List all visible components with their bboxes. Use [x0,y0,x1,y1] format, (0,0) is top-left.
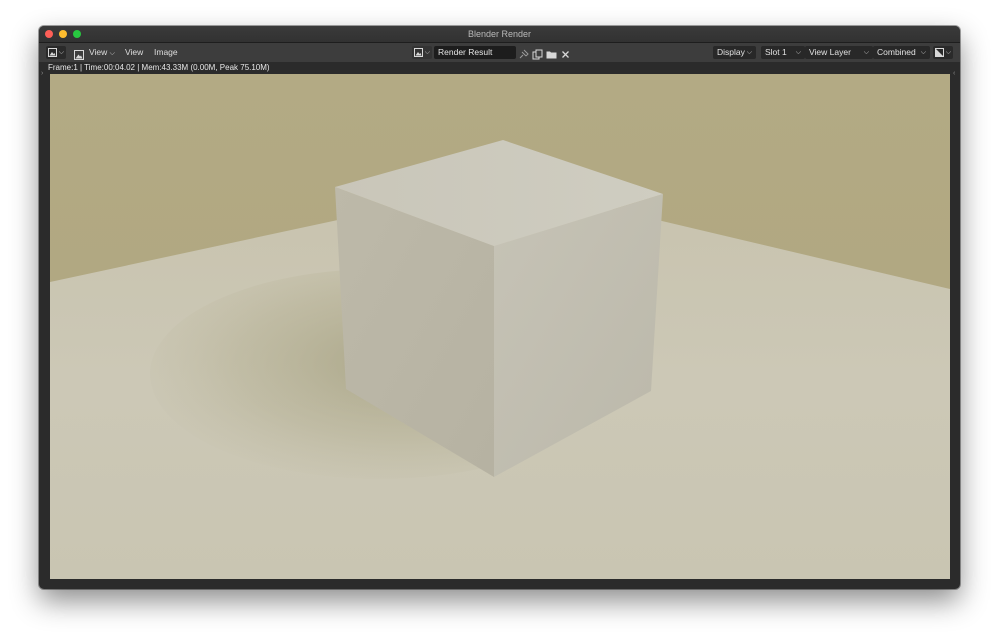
unlink-image-button[interactable] [560,47,571,58]
display-dropdown[interactable]: Display ⌵ [713,46,756,59]
open-image-button[interactable] [546,47,557,59]
view-layer-dropdown[interactable]: View Layer ⌵ [805,46,873,59]
window-title: Blender Render [467,29,532,39]
view-dropdown-label: View [89,47,108,57]
chevron-down-icon: ⌵ [109,50,115,57]
duplicate-icon [532,49,543,60]
render-stats-text: Frame:1 | Time:00:04.02 | Mem:43.33M (0.… [48,63,270,72]
image-browse-icon [414,48,423,57]
slot-dropdown-label: Slot 1 [765,47,787,57]
new-image-button[interactable] [532,47,543,60]
chevron-down-icon: ⌵ [863,49,869,56]
sidebar-toggle-icon[interactable]: ‹ [953,70,955,77]
render-stats: Frame:1 | Time:00:04.02 | Mem:43.33M (0.… [39,62,960,74]
display-dropdown-label: Display [717,47,745,57]
chevron-down-icon: ⌵ [795,49,801,56]
pass-dropdown[interactable]: Combined ⌵ [873,46,930,59]
chevron-down-icon: ⌵ [920,49,926,56]
image-editor-icon [48,48,57,57]
chevron-down-icon: ⌵ [945,49,951,56]
menu-image[interactable]: Image [154,46,178,59]
slot-dropdown[interactable]: Slot 1 ⌵ [761,46,805,59]
view-mode-button[interactable] [74,47,85,60]
color-alpha-icon [935,48,944,57]
pass-dropdown-label: Combined [877,47,916,57]
close-icon [562,51,569,58]
blender-render-window: Blender Render ⌵ View ⌵ View Image ⌵ Ren… [39,26,960,589]
chevron-down-icon: ⌵ [58,49,64,56]
render-result-viewport[interactable] [50,74,950,579]
editor-type-button[interactable]: ⌵ [46,46,66,59]
open-folder-icon [546,51,557,59]
display-channels-button[interactable]: ⌵ [933,46,953,59]
chevron-down-icon: ⌵ [746,49,752,56]
pin-button[interactable] [518,47,529,59]
toolbar-toggle-icon[interactable]: › [41,70,43,77]
render-image [50,74,950,579]
pin-icon [519,49,529,59]
chevron-down-icon: ⌵ [424,49,430,56]
view-layer-dropdown-label: View Layer [809,47,851,57]
image-name-field[interactable]: Render Result [434,46,516,59]
title-bar[interactable]: Blender Render [39,26,960,43]
image-icon [74,50,84,60]
view-dropdown[interactable]: View ⌵ [89,46,115,59]
menu-view[interactable]: View [125,46,143,59]
image-editor-header: ⌵ View ⌵ View Image ⌵ Render Result Disp… [39,43,960,62]
browse-image-button[interactable]: ⌵ [412,46,432,59]
